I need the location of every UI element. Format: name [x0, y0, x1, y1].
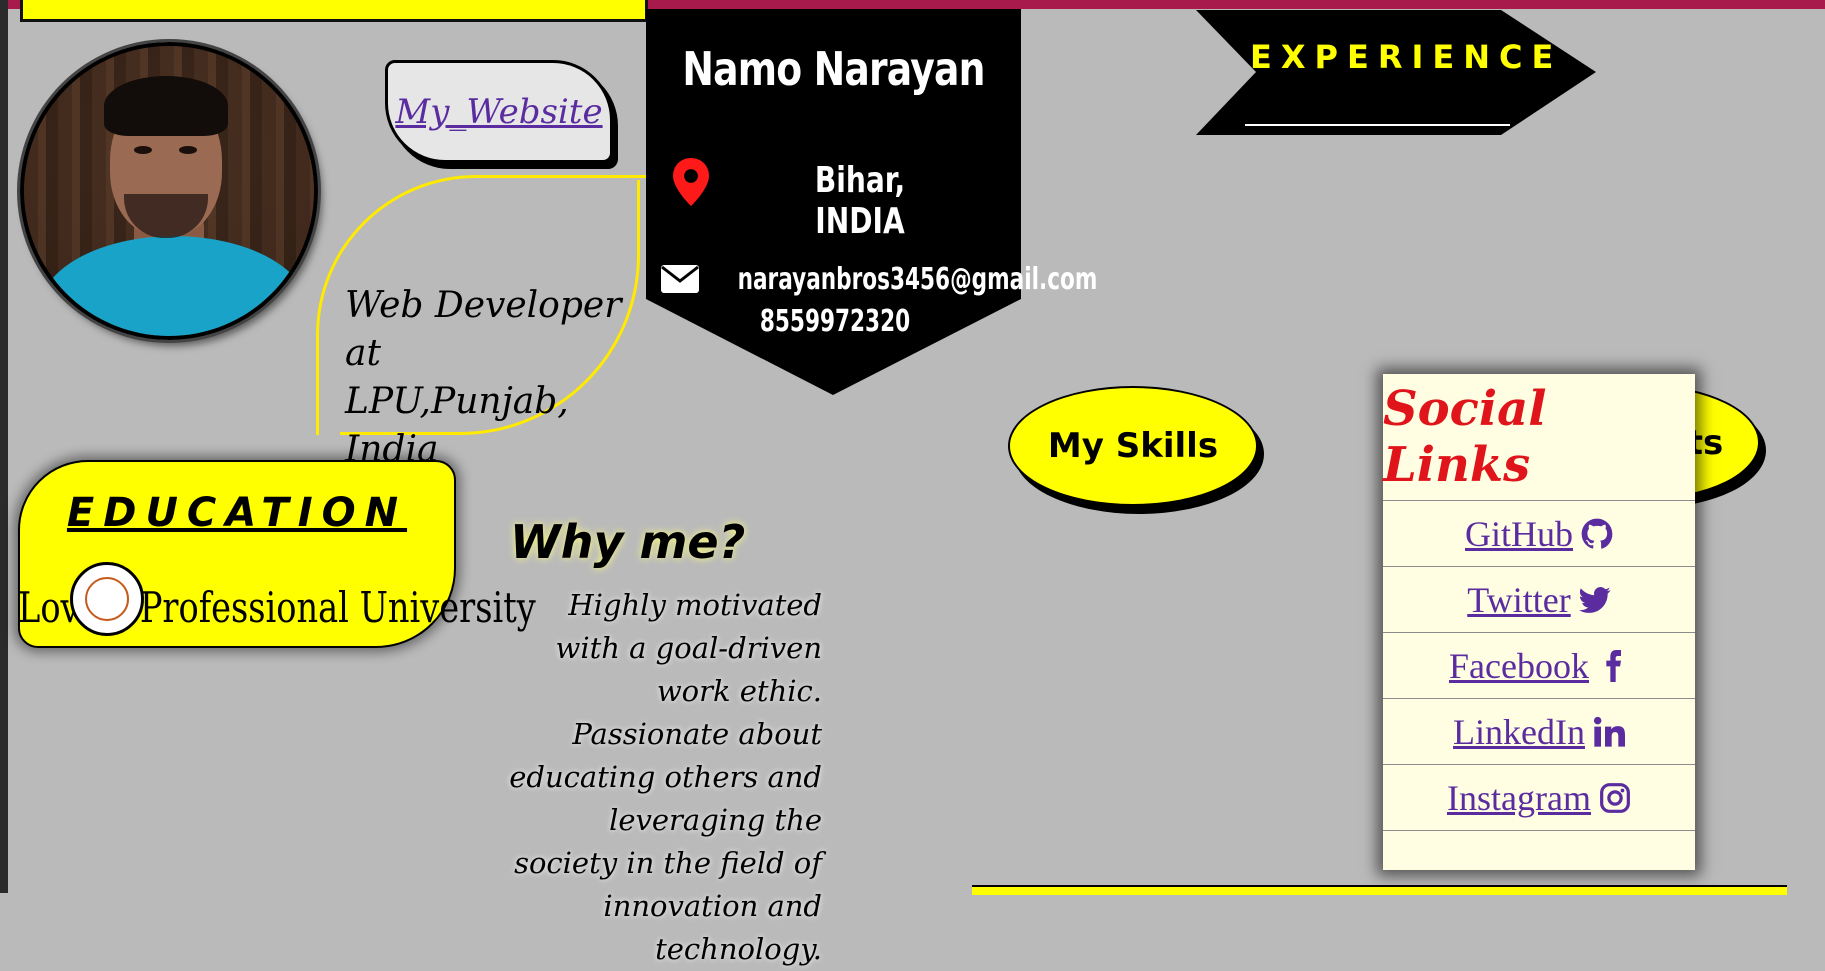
instagram-link-label: Instagram: [1447, 777, 1591, 818]
twitter-link-label: Twitter: [1467, 579, 1571, 620]
header-strip: [20, 0, 648, 22]
facebook-icon: [1606, 649, 1621, 682]
experience-label[interactable]: EXPERIENCE: [1250, 38, 1553, 76]
facebook-link-label: Facebook: [1449, 645, 1589, 686]
linkedin-icon: [1593, 716, 1625, 747]
experience-underline: [1245, 124, 1510, 126]
social-row-facebook: Facebook: [1383, 632, 1695, 698]
university-logo-mark: [85, 577, 129, 621]
mail-icon: [661, 265, 699, 293]
instagram-icon: [1600, 782, 1630, 813]
social-row-github: GitHub: [1383, 500, 1695, 566]
location-pin-icon: [673, 158, 709, 206]
location-text: Bihar, INDIA: [814, 160, 906, 242]
linkedin-link-label: LinkedIn: [1453, 711, 1585, 752]
profile-photo: [20, 42, 318, 340]
why-me-text: Highly motivated with a goal-driven work…: [509, 588, 822, 966]
skills-button[interactable]: My Skills: [1008, 386, 1258, 506]
photo-hair: [104, 76, 228, 136]
email-text: narayanbros3456@gmail.com: [737, 262, 1098, 297]
window-edge: [0, 0, 8, 893]
github-icon: [1581, 518, 1613, 549]
job-title: Web Developer at LPU,Punjab, India: [345, 282, 645, 474]
website-link[interactable]: My_Website: [395, 92, 602, 132]
twitter-icon: [1578, 586, 1611, 613]
instagram-link[interactable]: Instagram: [1447, 777, 1631, 819]
social-row-linkedin: LinkedIn: [1383, 698, 1695, 764]
website-badge: My_Website: [385, 60, 613, 163]
github-link-label: GitHub: [1465, 513, 1573, 554]
photo-eye-left: [134, 146, 152, 154]
education-title[interactable]: EDUCATION: [18, 490, 456, 536]
github-link[interactable]: GitHub: [1465, 513, 1613, 555]
bottom-status-bar: [972, 885, 1787, 895]
university-logo-icon: [70, 562, 144, 636]
twitter-link[interactable]: Twitter: [1467, 579, 1611, 621]
social-panel-footer: [1383, 830, 1695, 869]
facebook-link[interactable]: Facebook: [1449, 645, 1629, 687]
linkedin-link[interactable]: LinkedIn: [1453, 711, 1625, 753]
social-links-panel: Social Links GitHub Twitter Facebook Lin…: [1383, 374, 1695, 870]
social-row-twitter: Twitter: [1383, 566, 1695, 632]
social-links-title: Social Links: [1383, 381, 1547, 493]
social-row-instagram: Instagram: [1383, 764, 1695, 830]
photo-eye-right: [179, 146, 197, 154]
job-title-line1: Web Developer at: [345, 285, 622, 374]
profile-name: Namo Narayan: [682, 42, 985, 96]
phone-text: 8559972320: [759, 304, 911, 339]
why-me-title: Why me?: [510, 515, 746, 569]
